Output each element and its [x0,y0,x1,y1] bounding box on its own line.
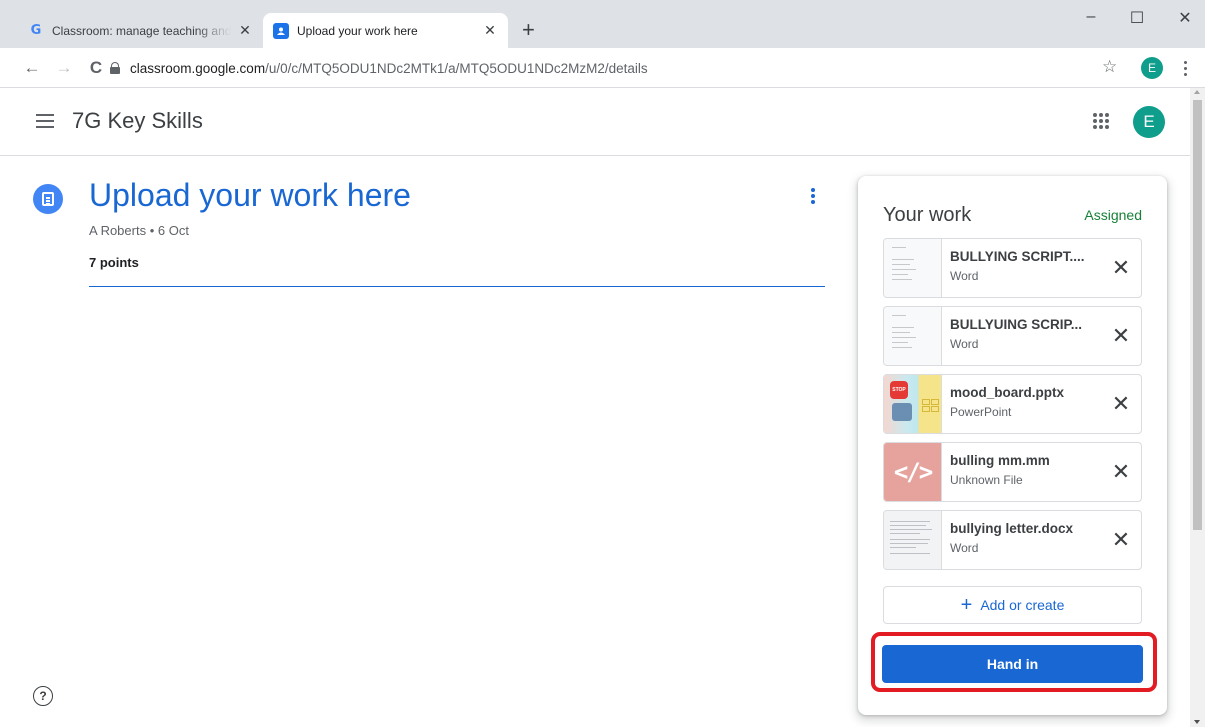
browser-profile-avatar[interactable]: E [1141,57,1163,79]
remove-attachment-icon[interactable]: ✕ [1101,511,1141,569]
tab-close-icon[interactable]: ✕ [482,22,498,39]
remove-attachment-icon[interactable]: ✕ [1101,307,1141,365]
scrollbar-thumb[interactable] [1193,100,1202,530]
scroll-down-icon[interactable] [1194,720,1200,724]
attachment-item[interactable]: </> bulling mm.mm Unknown File ✕ [883,442,1142,502]
tab-title: Classroom: manage teaching and [52,23,231,38]
powerpoint-thumbnail: STOP [884,375,942,433]
attachment-name: BULLYUING SCRIP... [950,317,1083,332]
tab-close-icon[interactable]: ✕ [237,22,253,39]
google-g-icon: G [30,23,42,38]
attachment-item[interactable]: BULLYUING SCRIP... Word ✕ [883,306,1142,366]
plus-icon: + [960,594,973,616]
people-image [892,403,912,421]
attachment-type: Word [950,541,979,555]
help-icon[interactable]: ? [33,686,53,706]
page-scrollbar[interactable] [1190,88,1205,727]
attachment-item[interactable]: bullying letter.docx Word ✕ [883,510,1142,570]
stop-sign-image: STOP [890,381,908,399]
attachment-type: Word [950,337,979,351]
browser-tab-bar: G Classroom: manage teaching and ✕ Uploa… [0,0,1205,48]
status-badge: Assigned [1084,207,1142,223]
assignment-icon [33,184,63,214]
remove-attachment-icon[interactable]: ✕ [1101,375,1141,433]
attachment-item[interactable]: STOP mood_board.pptx PowerPoint ✕ [883,374,1142,434]
classroom-icon [273,22,289,39]
tab-title: Upload your work here [297,23,418,38]
your-work-heading: Your work [883,204,972,226]
app-header: 7G Key Skills E [0,88,1190,156]
remove-attachment-icon[interactable]: ✕ [1101,239,1141,297]
close-window-icon[interactable]: ✕ [1165,8,1205,28]
address-bar-row: ← → C classroom.google.com/u/0/c/MTQ5ODU… [0,48,1205,88]
lock-icon [110,62,120,74]
remove-attachment-icon[interactable]: ✕ [1101,443,1141,501]
url-field[interactable]: classroom.google.com/u/0/c/MTQ5ODU1NDc2M… [110,54,1130,82]
back-icon[interactable]: ← [20,57,44,79]
word-doc-thumbnail [884,307,942,365]
scroll-up-icon[interactable] [1194,90,1200,94]
attachment-type: Unknown File [950,473,1023,487]
google-apps-icon[interactable] [1093,113,1109,129]
assignment-more-icon[interactable] [808,186,818,206]
class-name[interactable]: 7G Key Skills [72,108,203,134]
browser-menu-icon[interactable] [1180,57,1190,79]
add-or-create-button[interactable]: + Add or create [883,586,1142,624]
divider [89,286,825,287]
reload-icon[interactable]: C [84,57,108,79]
assignment-points: 7 points [89,255,139,270]
attachment-item[interactable]: BULLYING SCRIPT.... Word ✕ [883,238,1142,298]
bookmark-star-icon[interactable]: ☆ [1102,57,1117,77]
code-file-icon: </> [884,443,942,501]
assignment-title: Upload your work here [89,177,411,213]
attachment-type: Word [950,269,979,283]
main-menu-icon[interactable] [36,114,54,128]
browser-tab-upload[interactable]: Upload your work here ✕ [263,13,508,48]
forward-icon[interactable]: → [52,57,76,79]
minimize-icon[interactable]: – [1071,8,1111,26]
attachment-type: PowerPoint [950,405,1012,419]
account-avatar[interactable]: E [1133,106,1165,138]
attachment-name: BULLYING SCRIPT.... [950,249,1085,264]
url-path: /u/0/c/MTQ5ODU1NDc2MTk1/a/MTQ5ODU1NDc2Mz… [265,60,648,76]
attachment-name: mood_board.pptx [950,385,1064,400]
new-tab-button[interactable]: + [522,19,535,41]
url-domain: classroom.google.com [130,60,266,76]
maximize-icon[interactable]: ☐ [1117,8,1157,28]
hand-in-button[interactable]: Hand in [882,645,1143,683]
word-letter-thumbnail [884,511,942,569]
add-or-create-label: Add or create [980,597,1065,613]
browser-tab-classroom[interactable]: G Classroom: manage teaching and ✕ [18,13,263,48]
attachment-name: bulling mm.mm [950,453,1050,468]
attachment-name: bullying letter.docx [950,521,1074,536]
assignment-meta: A Roberts • 6 Oct [89,223,189,238]
word-doc-thumbnail [884,239,942,297]
